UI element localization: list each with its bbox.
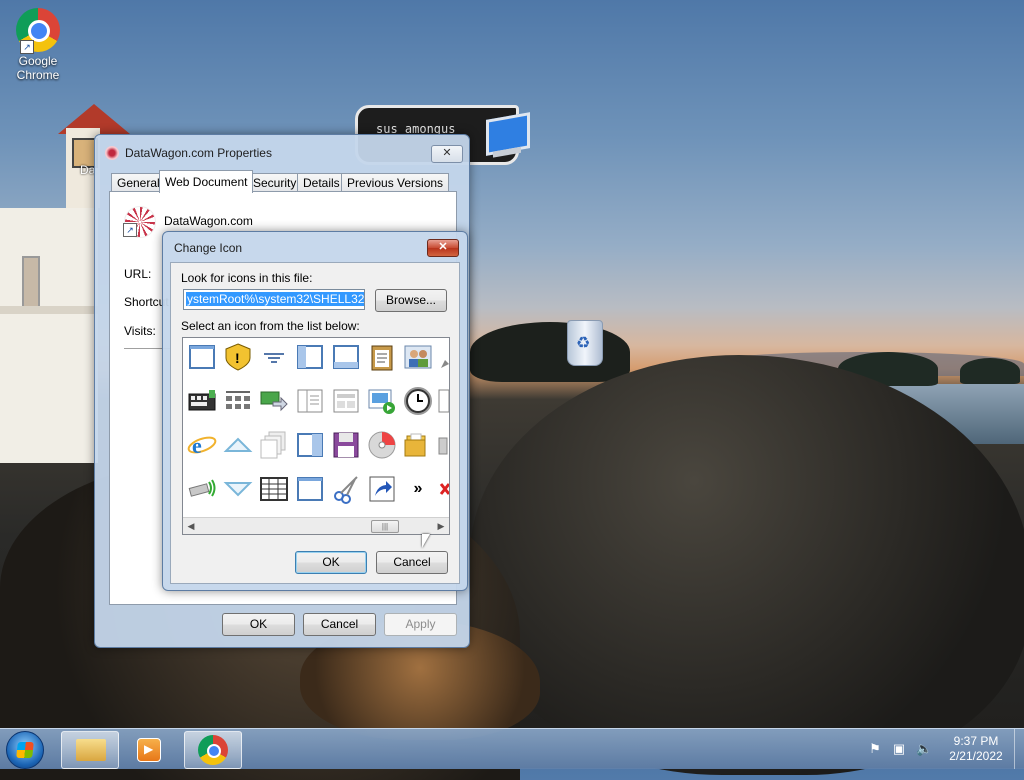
grid-list-icon[interactable] <box>221 384 255 418</box>
url-label: URL: <box>124 267 152 281</box>
desktop-icon-google-chrome[interactable]: ↗ Google Chrome <box>6 8 70 82</box>
site-name: DataWagon.com <box>164 214 253 228</box>
close-button[interactable]: ✕ <box>427 239 459 257</box>
tab-previous-versions[interactable]: Previous Versions <box>341 173 450 192</box>
table-window-icon[interactable] <box>257 472 291 506</box>
cancel-button[interactable]: Cancel <box>376 551 448 574</box>
clock-time: 9:37 PM <box>953 734 999 748</box>
stacked-pages-icon[interactable] <box>257 428 291 462</box>
select-icon-label: Select an icon from the list below: <box>181 319 360 333</box>
chrome-icon <box>198 735 228 765</box>
lighthouse-window <box>22 256 40 308</box>
pencil-icon[interactable] <box>435 340 449 374</box>
background-island <box>960 358 1020 384</box>
svg-text:e: e <box>192 433 202 458</box>
usb-drive-icon[interactable] <box>185 472 219 506</box>
shortcut-arrow-icon[interactable] <box>365 472 399 506</box>
dialog-title: Change Icon <box>174 241 243 255</box>
browse-button[interactable]: Browse... <box>375 289 447 312</box>
background-rocks <box>470 355 1024 775</box>
taskbar: ⚑ ▣ 🔈 9:37 PM 2/21/2022 <box>0 728 1024 769</box>
list-view-icon[interactable] <box>293 384 327 418</box>
partial-icon[interactable] <box>435 428 449 462</box>
monitor-arrow-icon[interactable] <box>257 384 291 418</box>
datawagon-site-icon <box>123 206 156 238</box>
ok-button[interactable]: OK <box>222 613 295 636</box>
dialog-body: Look for icons in this file: ystemRoot%\… <box>170 262 460 584</box>
window-panel-icon[interactable] <box>329 340 363 374</box>
tab-security[interactable]: Security <box>247 173 303 192</box>
svg-text:!: ! <box>235 350 240 366</box>
mouse-cursor-icon <box>422 534 430 548</box>
shortcut-overlay-icon: ↗ <box>20 40 34 54</box>
show-desktop-button[interactable] <box>1014 729 1024 769</box>
icon-file-path-value: ystemRoot%\system32\SHELL32.dll <box>186 292 364 306</box>
window-pane-icon[interactable] <box>293 340 327 374</box>
cd-disc-icon[interactable] <box>365 428 399 462</box>
cancel-button[interactable]: Cancel <box>303 613 376 636</box>
horizontal-scrollbar[interactable]: ◀ ||| ▶ <box>183 517 449 534</box>
icon-file-path-input[interactable]: ystemRoot%\system32\SHELL32.dll <box>183 289 365 310</box>
tab-web-document[interactable]: Web Document <box>159 170 254 193</box>
taskbar-media-player-button[interactable] <box>121 731 177 767</box>
triangle-up-icon[interactable] <box>221 428 255 462</box>
clock-date: 2/21/2022 <box>949 749 1003 763</box>
filter-lines-icon[interactable] <box>257 340 291 374</box>
lighthouse-band <box>0 306 98 314</box>
start-button[interactable] <box>6 731 44 769</box>
clipboard-icon[interactable] <box>365 340 399 374</box>
ok-button[interactable]: OK <box>295 551 367 574</box>
internet-explorer-icon[interactable]: e <box>185 428 219 462</box>
floppy-disk-icon[interactable] <box>329 428 363 462</box>
tab-general[interactable]: General <box>111 173 166 192</box>
keyboard-icon[interactable] <box>185 384 219 418</box>
clock-icon[interactable] <box>401 384 435 418</box>
media-player-icon <box>137 738 161 762</box>
look-for-icons-label: Look for icons in this file: <box>181 271 313 285</box>
window-title: DataWagon.com Properties <box>125 146 272 160</box>
partial-icon[interactable] <box>435 384 449 418</box>
desktop-icon-label: Google Chrome <box>16 54 60 82</box>
shield-warning-icon[interactable]: ! <box>221 340 255 374</box>
scrollbar-thumb[interactable]: ||| <box>371 520 399 533</box>
recycle-bin-icon[interactable] <box>567 320 603 366</box>
scissors-icon[interactable] <box>329 472 363 506</box>
background-trees <box>470 322 630 382</box>
windows-logo-icon <box>16 742 34 758</box>
window-blank-icon[interactable] <box>185 340 219 374</box>
split-window-icon[interactable] <box>293 428 327 462</box>
blank-window-icon[interactable] <box>293 472 327 506</box>
chevrons-icon[interactable]: » <box>401 472 435 506</box>
taskbar-explorer-button[interactable] <box>61 731 119 769</box>
taskbar-chrome-button[interactable] <box>184 731 242 769</box>
action-center-icon[interactable]: ⚑ <box>868 742 882 756</box>
triangle-down-icon[interactable] <box>221 472 255 506</box>
icon-list[interactable]: ! e » ◀ ||| ▶ <box>182 337 450 535</box>
visits-label: Visits: <box>124 324 156 338</box>
media-play-icon[interactable] <box>365 384 399 418</box>
datawagon-site-icon <box>105 146 119 160</box>
monitor-icon[interactable] <box>486 112 530 156</box>
lighthouse-building <box>0 208 98 463</box>
system-clock[interactable]: 9:37 PM 2/21/2022 <box>940 734 1012 764</box>
apply-button[interactable]: Apply <box>384 613 457 636</box>
volume-icon[interactable]: 🔈 <box>916 742 932 756</box>
folder-icon <box>76 739 106 761</box>
scroll-right-icon[interactable]: ▶ <box>435 520 447 532</box>
close-button[interactable]: ✕ <box>431 145 463 163</box>
users-icon[interactable] <box>401 340 435 374</box>
scroll-left-icon[interactable]: ◀ <box>185 520 197 532</box>
folder-icon[interactable] <box>401 428 435 462</box>
network-icon[interactable]: ▣ <box>892 742 906 756</box>
details-view-icon[interactable] <box>329 384 363 418</box>
delete-x-icon[interactable] <box>435 472 449 506</box>
tab-details[interactable]: Details <box>297 173 346 192</box>
